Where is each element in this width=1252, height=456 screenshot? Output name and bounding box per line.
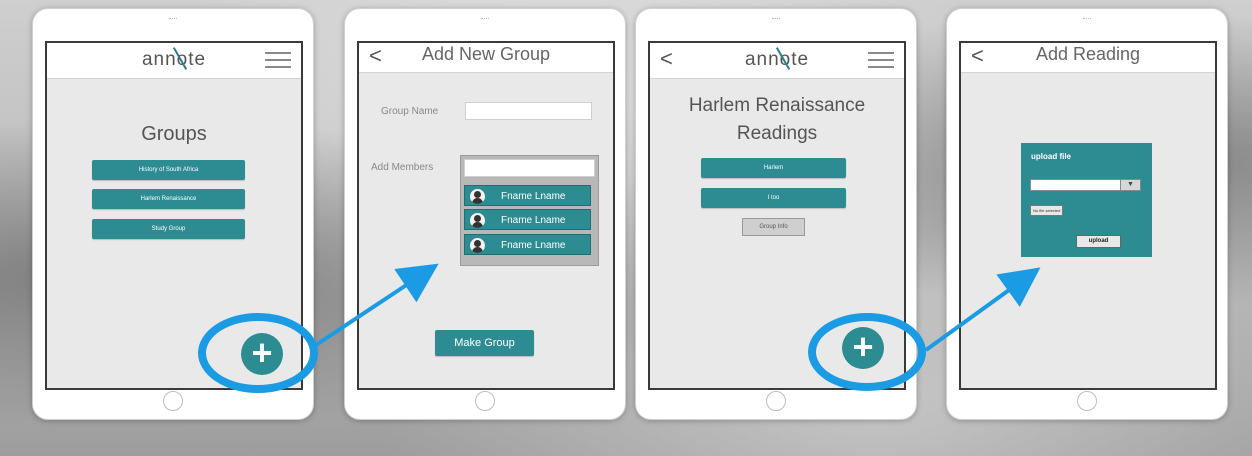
arrow-right-icon (924, 267, 1041, 352)
arrow-right-icon (314, 263, 439, 347)
flow-arrows (314, 263, 1041, 352)
